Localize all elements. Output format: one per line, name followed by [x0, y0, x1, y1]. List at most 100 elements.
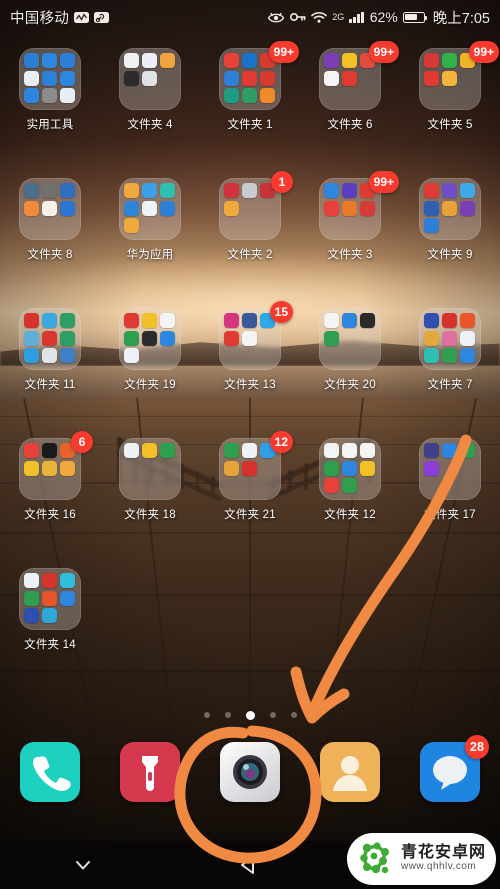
signal-wave-icon: [74, 11, 90, 24]
folder-icon[interactable]: [19, 178, 81, 240]
folder-mini-app-icon: [24, 313, 39, 328]
folder-icon[interactable]: [119, 178, 181, 240]
page-dot[interactable]: [203, 712, 210, 718]
folder-icon[interactable]: [119, 438, 181, 500]
folder-icon-wrap[interactable]: 99+: [319, 171, 399, 240]
folder-icon-wrap[interactable]: [19, 48, 81, 110]
back-button[interactable]: [167, 841, 334, 889]
page-dot[interactable]: [224, 712, 231, 718]
dock-item-contacts[interactable]: [320, 742, 380, 802]
dock-item-messages[interactable]: 28: [420, 735, 489, 802]
folder-mini-app-icon: [224, 53, 239, 68]
folder-icon-wrap[interactable]: [419, 178, 481, 240]
page-dot[interactable]: [290, 712, 297, 718]
dock-icon-phone[interactable]: [20, 742, 80, 802]
notification-badge: 15: [269, 301, 293, 323]
folder-icon-wrap[interactable]: 99+: [219, 41, 299, 110]
dock-item-phone[interactable]: [20, 742, 80, 802]
folder-icon-wrap[interactable]: [119, 48, 181, 110]
folder-item[interactable]: 文件夹 19: [100, 308, 200, 438]
folder-icon-wrap[interactable]: [119, 308, 181, 370]
folder-icon-wrap[interactable]: [419, 308, 481, 370]
folder-item[interactable]: 文件夹 14: [0, 568, 100, 698]
folder-item[interactable]: 文件夹 12: [300, 438, 400, 568]
folder-mini-app-icon: [324, 183, 339, 198]
folder-item[interactable]: 华为应用: [100, 178, 200, 308]
folder-icon[interactable]: [319, 438, 381, 500]
folder-icon-wrap[interactable]: [319, 438, 381, 500]
folder-icon-wrap[interactable]: 15: [219, 301, 293, 370]
folder-mini-app-icon: [124, 313, 139, 328]
folder-mini-app-icon: [324, 460, 339, 476]
folder-label: 文件夹 20: [324, 379, 376, 391]
folder-icon[interactable]: [419, 178, 481, 240]
folder-label: 文件夹 12: [324, 509, 376, 521]
folder-item[interactable]: 文件夹 4: [100, 48, 200, 178]
notification-badge: 99+: [468, 41, 499, 63]
folder-icon[interactable]: [319, 308, 381, 370]
folder-mini-app-icon: [460, 330, 476, 346]
folder-icon-wrap[interactable]: 99+: [319, 41, 399, 110]
dock-item-flashlight[interactable]: [120, 742, 180, 802]
folder-mini-app-icon: [342, 53, 358, 68]
folder-item[interactable]: 15 文件夹 13: [200, 301, 300, 438]
folder-item[interactable]: 1 文件夹 2: [200, 171, 300, 308]
folder-icon-wrap[interactable]: [19, 568, 81, 630]
page-dot[interactable]: [269, 712, 276, 718]
folder-item[interactable]: 文件夹 18: [100, 438, 200, 568]
folder-mini-app-icon: [60, 460, 76, 476]
folder-mini-app-icon: [242, 88, 258, 103]
page-indicator[interactable]: [0, 710, 500, 720]
folder-icon[interactable]: [419, 308, 481, 370]
folder-icon[interactable]: [419, 438, 481, 500]
folder-item[interactable]: 文件夹 9: [400, 178, 500, 308]
folder-item[interactable]: 12 文件夹 21: [200, 431, 300, 568]
folder-icon[interactable]: [19, 308, 81, 370]
folder-item[interactable]: 99+ 文件夹 1: [200, 41, 300, 178]
folder-item[interactable]: 文件夹 8: [0, 178, 100, 308]
folder-icon-wrap[interactable]: [19, 308, 81, 370]
folder-item[interactable]: 文件夹 7: [400, 308, 500, 438]
folder-item[interactable]: 6 文件夹 16: [0, 431, 100, 568]
folder-icon-wrap[interactable]: 99+: [419, 41, 499, 110]
folder-mini-app-icon: [324, 70, 339, 86]
hide-navbar-button[interactable]: [0, 841, 167, 889]
folder-mini-app-icon: [160, 183, 176, 198]
page-dot-active[interactable]: [245, 710, 255, 720]
dock-icon-flashlight[interactable]: [120, 742, 180, 802]
folder-item[interactable]: 文件夹 20: [300, 308, 400, 438]
folder-icon-wrap[interactable]: 12: [219, 431, 293, 500]
folder-item[interactable]: 实用工具: [0, 48, 100, 178]
folder-icon-wrap[interactable]: [119, 178, 181, 240]
home-row: 文件夹 11 文件夹 19 15 文件夹 13 文件夹 20 文件夹 7: [0, 301, 500, 438]
folder-icon-wrap[interactable]: 6: [19, 431, 93, 500]
folder-mini-app-icon: [360, 313, 376, 328]
folder-item[interactable]: 99+ 文件夹 5: [400, 41, 500, 178]
dock-icon-camera[interactable]: [220, 742, 280, 802]
folder-icon-wrap[interactable]: 1: [219, 171, 293, 240]
folder-mini-app-icon: [42, 443, 58, 458]
folder-label: 文件夹 6: [327, 119, 373, 131]
folder-icon[interactable]: [19, 568, 81, 630]
folder-icon[interactable]: [119, 48, 181, 110]
cellular-bars-icon: [349, 11, 364, 23]
folder-item[interactable]: 文件夹 11: [0, 308, 100, 438]
folder-item[interactable]: 99+ 文件夹 3: [300, 171, 400, 308]
folder-icon-wrap[interactable]: [19, 178, 81, 240]
folder-mini-app-icon: [324, 200, 339, 216]
dock-icon-contacts[interactable]: [320, 742, 380, 802]
folder-mini-app-icon: [42, 608, 58, 623]
home-row: 文件夹 8 华为应用 1 文件夹 2 99+ 文件夹 3 文件夹 9: [0, 171, 500, 308]
folder-mini-app-icon: [442, 53, 458, 68]
folder-icon-wrap[interactable]: [319, 308, 381, 370]
folder-icon[interactable]: [19, 48, 81, 110]
folder-icon-wrap[interactable]: [119, 438, 181, 500]
notification-badge: 99+: [368, 41, 399, 63]
folder-mini-app-icon: [42, 590, 58, 606]
folder-icon[interactable]: [119, 308, 181, 370]
folder-mini-app-icon: [224, 200, 239, 216]
folder-item[interactable]: 99+ 文件夹 6: [300, 41, 400, 178]
dock-item-camera[interactable]: [220, 742, 280, 802]
folder-item[interactable]: 文件夹 17: [400, 438, 500, 568]
folder-icon-wrap[interactable]: [419, 438, 481, 500]
